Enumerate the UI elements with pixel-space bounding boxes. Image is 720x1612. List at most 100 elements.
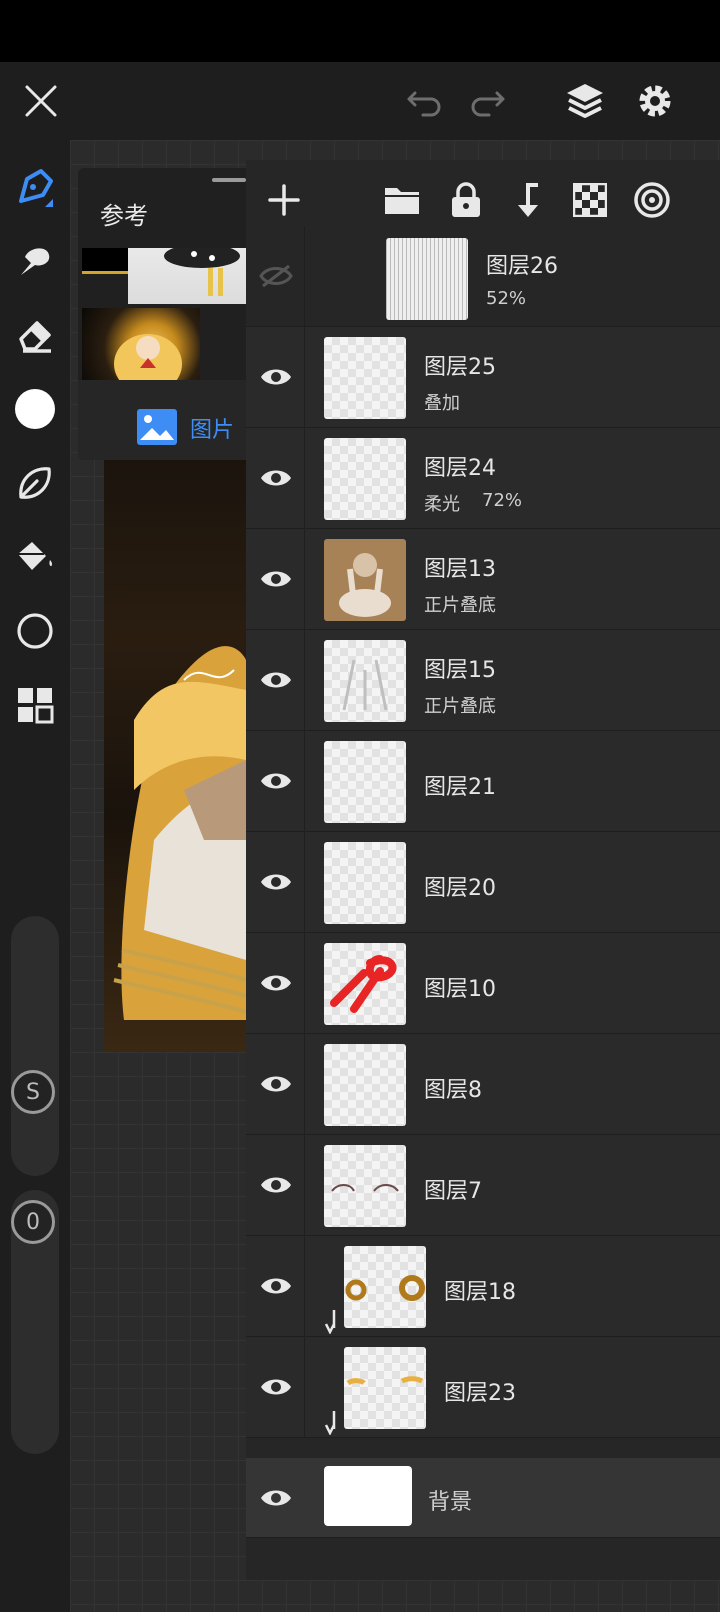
layer-row[interactable]: 图层15 正片叠底 (246, 630, 720, 731)
undo-icon[interactable] (400, 76, 450, 126)
layer-row[interactable]: 图层26 52% (246, 226, 720, 327)
row-divider (304, 529, 305, 630)
image-label[interactable]: 图片 (190, 412, 234, 444)
eye-icon[interactable] (256, 1266, 296, 1306)
eye-icon[interactable] (256, 1478, 296, 1518)
layer-row[interactable]: 图层20 (246, 832, 720, 933)
layer-name: 图层26 (486, 254, 558, 279)
row-divider (304, 1337, 305, 1438)
leaf-icon[interactable] (10, 458, 60, 508)
eraser-icon[interactable] (10, 310, 60, 360)
folder-icon[interactable] (378, 176, 426, 224)
reference-thumbnail-2[interactable] (82, 308, 200, 394)
layer-row[interactable]: 图层21 (246, 731, 720, 832)
close-icon[interactable] (16, 76, 66, 126)
row-divider (304, 630, 305, 731)
layer-name: 图层7 (424, 1179, 482, 1204)
brush-size-knob[interactable]: S (11, 1070, 55, 1114)
layer-row[interactable]: 图层7 (246, 1135, 720, 1236)
eye-icon[interactable] (256, 1367, 296, 1407)
reference-thumbnail-strip (82, 248, 128, 274)
size-label: S (26, 1079, 40, 1105)
color-swatch[interactable] (10, 384, 60, 434)
eye-icon[interactable] (256, 862, 296, 902)
eye-icon[interactable] (256, 559, 296, 599)
opacity-label: 0 (26, 1209, 40, 1235)
layer-name: 图层13 (424, 557, 496, 582)
layer-thumbnail (324, 842, 406, 924)
layer-name: 图层23 (444, 1381, 516, 1406)
layer-thumbnail (324, 438, 406, 520)
layer-opacity: 72% (482, 490, 523, 511)
layer-row[interactable]: 背景 (246, 1458, 720, 1538)
gear-icon[interactable] (630, 76, 680, 126)
layer-row[interactable]: 图层24 柔光 72% (246, 428, 720, 529)
artwork-preview (104, 460, 246, 1052)
target-icon[interactable] (628, 176, 676, 224)
brush-size-slider[interactable]: S (11, 916, 59, 1176)
eye-icon[interactable] (256, 357, 296, 397)
image-icon[interactable] (136, 408, 178, 446)
eye-icon[interactable] (256, 1064, 296, 1104)
layer-thumbnail (344, 1246, 426, 1328)
layer-row[interactable]: 图层10 (246, 933, 720, 1034)
layer-name: 背景 (428, 1490, 473, 1515)
layer-thumbnail (324, 1044, 406, 1126)
layer-thumbnail (344, 1347, 426, 1429)
layer-thumbnail (324, 1466, 412, 1526)
eye-icon[interactable] (256, 963, 296, 1003)
layer-row[interactable]: 图层18 (246, 1236, 720, 1337)
layers-icon[interactable] (560, 76, 610, 126)
hidden-eye-icon[interactable] (256, 256, 296, 296)
status-bar (0, 0, 720, 62)
row-divider (304, 933, 305, 1034)
layer-row[interactable]: 图层25 叠加 (246, 327, 720, 428)
clip-down-icon[interactable] (504, 176, 552, 224)
redo-icon[interactable] (462, 76, 512, 126)
add-layer-icon[interactable] (260, 176, 308, 224)
reference-panel-handle[interactable] (212, 178, 246, 182)
layer-thumbnail (324, 640, 406, 722)
layers-panel: 图层26 52% 图层25 叠加 图层24 柔光 72% 图层13 正片叠底 图… (246, 160, 720, 1580)
checker-icon[interactable] (566, 176, 614, 224)
layer-row[interactable]: 图层23 (246, 1337, 720, 1438)
row-divider (304, 1034, 305, 1135)
row-divider (304, 428, 305, 529)
bucket-icon[interactable] (10, 532, 60, 582)
blend-mode: 柔光 (424, 494, 460, 515)
reference-footer: 图片 (78, 380, 258, 460)
layer-name: 图层15 (424, 658, 496, 683)
circle-shape-icon[interactable] (10, 606, 60, 656)
blend-mode: 正片叠底 (424, 696, 496, 717)
brush-opacity-slider[interactable]: 0 (11, 1190, 59, 1454)
row-divider (304, 226, 305, 327)
top-toolbar (0, 62, 720, 140)
eye-icon[interactable] (256, 660, 296, 700)
eye-icon[interactable] (256, 1165, 296, 1205)
brush-opacity-knob[interactable]: 0 (11, 1200, 55, 1244)
grid-icon[interactable] (10, 680, 60, 730)
left-toolbar: S 0 (0, 140, 70, 1612)
layer-row[interactable]: 图层8 (246, 1034, 720, 1135)
clipping-arrow-icon (320, 1409, 340, 1436)
row-divider (304, 1135, 305, 1236)
layer-thumbnail (324, 943, 406, 1025)
reference-thumbnail-1[interactable] (128, 244, 246, 304)
eye-icon[interactable] (256, 458, 296, 498)
layer-row[interactable]: 图层13 正片叠底 (246, 529, 720, 630)
row-divider (304, 731, 305, 832)
lock-icon[interactable] (442, 176, 490, 224)
reference-panel[interactable]: 参考 图片 (78, 168, 258, 460)
layer-thumbnail (324, 337, 406, 419)
layer-name: 图层10 (424, 977, 496, 1002)
layer-thumbnail (324, 741, 406, 823)
blend-mode: 叠加 (424, 393, 460, 414)
row-divider (304, 1236, 305, 1337)
row-divider (304, 327, 305, 428)
clipping-arrow-icon (320, 1308, 340, 1335)
row-divider (304, 832, 305, 933)
pen-icon[interactable] (10, 162, 60, 212)
eye-icon[interactable] (256, 761, 296, 801)
layer-name: 图层21 (424, 775, 496, 800)
smudge-icon[interactable] (10, 236, 60, 286)
